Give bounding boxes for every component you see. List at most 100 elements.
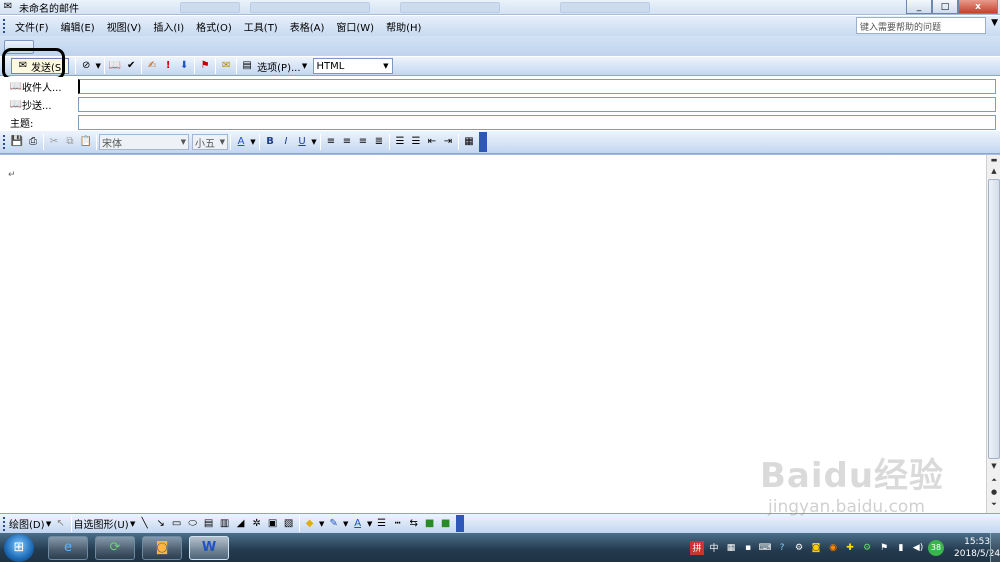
font-size-select[interactable]: 小五 ▼: [192, 134, 228, 150]
rectangle-icon[interactable]: ▭: [169, 516, 185, 532]
low-importance-icon[interactable]: ⬇: [176, 58, 192, 74]
vertical-text-box-icon[interactable]: ▥: [217, 516, 233, 532]
show-desktop-button[interactable]: [990, 533, 1000, 562]
toolbar-stub[interactable]: [4, 40, 34, 54]
message-body-editor[interactable]: ↵ ▬ ▲ ▼ ⏶ ● ⏷: [0, 154, 1000, 513]
tray-app-icon[interactable]: ✚: [843, 541, 857, 555]
bulleted-list-icon[interactable]: ☰: [408, 134, 424, 150]
next-page-icon[interactable]: ⏷: [988, 499, 1000, 510]
autoshapes-menu-button[interactable]: 自选图形(U): [74, 516, 129, 531]
toolbar-options-chevron[interactable]: [455, 515, 464, 532]
cut-icon[interactable]: ✂: [46, 134, 62, 150]
dot-icon[interactable]: ▪: [741, 541, 755, 555]
arrow-style-icon[interactable]: ⇆: [406, 516, 422, 532]
network-icon[interactable]: ▮: [894, 541, 908, 555]
scroll-thumb[interactable]: [988, 179, 1000, 459]
help-icon[interactable]: ?: [775, 541, 789, 555]
options-button[interactable]: 选项(P)...: [257, 59, 300, 74]
paste-icon[interactable]: 📋: [78, 134, 94, 150]
envelope-open-icon[interactable]: ✉: [218, 58, 234, 74]
select-objects-icon[interactable]: ↖: [53, 516, 69, 532]
chevron-down-icon[interactable]: ▼: [366, 516, 374, 532]
taskbar-app-word[interactable]: W: [189, 535, 229, 560]
close-button[interactable]: x: [958, 0, 998, 14]
menu-insert[interactable]: 插入(I): [147, 19, 190, 34]
chevron-down-icon[interactable]: ▼: [991, 18, 998, 28]
increase-indent-icon[interactable]: ⇥: [440, 134, 456, 150]
scroll-up-icon[interactable]: ▲: [988, 166, 1000, 177]
input-method-icon[interactable]: 拼: [690, 540, 704, 555]
fill-color-icon[interactable]: ◆: [302, 516, 318, 532]
menu-tools[interactable]: 工具(T): [238, 19, 284, 34]
align-center-icon[interactable]: ≡: [339, 134, 355, 150]
cc-field[interactable]: [78, 97, 996, 112]
3d-style-icon[interactable]: ■: [438, 516, 454, 532]
decrease-indent-icon[interactable]: ⇤: [424, 134, 440, 150]
tray-app-icon[interactable]: ⚙: [860, 541, 874, 555]
save-icon[interactable]: 💾: [9, 134, 25, 150]
to-field[interactable]: [78, 79, 996, 94]
subject-field[interactable]: [78, 115, 996, 130]
line-style-icon[interactable]: ☰: [374, 516, 390, 532]
menu-help[interactable]: 帮助(H): [380, 19, 427, 34]
settings-icon[interactable]: ⚙: [792, 541, 806, 555]
chevron-down-icon[interactable]: ▼: [318, 516, 326, 532]
taskbar-app-outlook[interactable]: ◙: [142, 535, 182, 560]
toolbar-grip[interactable]: [3, 516, 6, 531]
toolbar-grip[interactable]: [3, 19, 6, 33]
tray-language[interactable]: 中: [707, 541, 721, 555]
help-search-input[interactable]: 键入需要帮助的问题: [856, 17, 986, 34]
dash-style-icon[interactable]: ┅: [390, 516, 406, 532]
flag-icon[interactable]: ⚑: [877, 541, 891, 555]
menu-file[interactable]: 文件(F): [9, 19, 55, 34]
send-button[interactable]: ✉ 发送(S): [11, 58, 70, 74]
arrow-icon[interactable]: ↘: [153, 516, 169, 532]
text-box-icon[interactable]: ▤: [201, 516, 217, 532]
numbered-list-icon[interactable]: ☰: [392, 134, 408, 150]
toolbar-grip[interactable]: [3, 135, 6, 149]
line-color-icon[interactable]: ✎: [326, 516, 342, 532]
cc-label-button[interactable]: 📖 抄送...: [0, 97, 76, 113]
align-left-icon[interactable]: ≡: [323, 134, 339, 150]
font-select[interactable]: 宋体 ▼: [99, 134, 189, 150]
flag-icon[interactable]: ⚑: [197, 58, 213, 74]
line-icon[interactable]: ╲: [137, 516, 153, 532]
previous-page-icon[interactable]: ⏶: [988, 475, 1000, 486]
align-right-icon[interactable]: ≡: [355, 134, 371, 150]
font-color-icon[interactable]: A: [233, 134, 249, 150]
split-handle[interactable]: ▬: [988, 155, 1000, 166]
tray-app-icon[interactable]: ◙: [809, 541, 823, 555]
copy-icon[interactable]: ⧉: [62, 134, 78, 150]
signature-icon[interactable]: ✍: [144, 58, 160, 74]
menu-edit[interactable]: 编辑(E): [55, 19, 101, 34]
insert-picture-icon[interactable]: ▦: [461, 134, 477, 150]
keyboard-icon[interactable]: ⌨: [758, 541, 772, 555]
wordart-icon[interactable]: ◢: [233, 516, 249, 532]
underline-icon[interactable]: U: [294, 134, 310, 150]
taskbar-app-ie[interactable]: e: [48, 535, 88, 560]
font-color-icon[interactable]: A: [350, 516, 366, 532]
chevron-down-icon[interactable]: ▼: [301, 58, 309, 74]
options-icon[interactable]: ▤: [239, 58, 255, 74]
diagram-icon[interactable]: ✲: [249, 516, 265, 532]
chevron-down-icon[interactable]: ▼: [310, 134, 318, 150]
taskbar-app-refresh[interactable]: ⟳: [95, 535, 135, 560]
punctuation-icon[interactable]: ▦: [724, 541, 738, 555]
check-names-icon[interactable]: ✔: [123, 58, 139, 74]
oval-icon[interactable]: ⬭: [185, 516, 201, 532]
menu-window[interactable]: 窗口(W): [330, 19, 380, 34]
tray-app-icon[interactable]: ◉: [826, 541, 840, 555]
chevron-down-icon[interactable]: ▼: [342, 516, 350, 532]
toolbar-grip[interactable]: [3, 59, 6, 73]
menu-format[interactable]: 格式(O): [190, 19, 238, 34]
shadow-icon[interactable]: ■: [422, 516, 438, 532]
maximize-button[interactable]: □: [932, 0, 958, 14]
chevron-down-icon[interactable]: ▼: [94, 58, 102, 74]
print-icon[interactable]: ⎙: [25, 134, 41, 150]
justify-icon[interactable]: ≣: [371, 134, 387, 150]
menu-view[interactable]: 视图(V): [101, 19, 148, 34]
chevron-down-icon[interactable]: ▼: [249, 134, 257, 150]
chevron-down-icon[interactable]: ▼: [129, 516, 137, 532]
minimize-button[interactable]: _: [906, 0, 932, 14]
to-label-button[interactable]: 📖 收件人...: [0, 79, 76, 95]
